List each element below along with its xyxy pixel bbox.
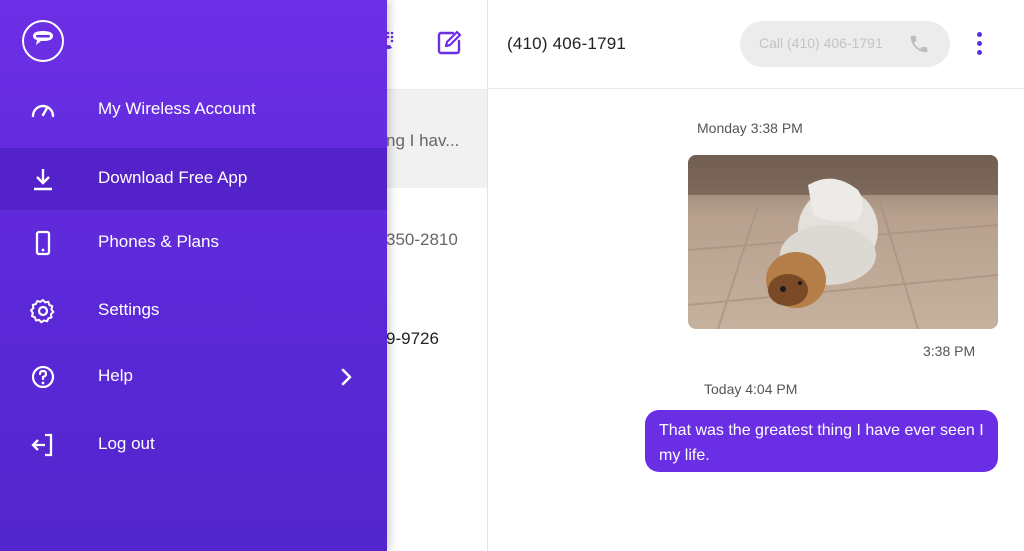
call-button-label: Call (410) 406-1791: [759, 35, 883, 51]
message-text: That was the greatest thing I have ever …: [659, 422, 984, 464]
menu-item-help[interactable]: Help: [0, 346, 387, 408]
chat-header: (410) 406-1791 Call (410) 406-1791: [488, 0, 1024, 89]
menu-item-settings[interactable]: Settings: [0, 280, 387, 342]
compose-icon[interactable]: [435, 29, 463, 57]
phone-icon: [35, 230, 51, 256]
more-options-icon[interactable]: [972, 32, 986, 58]
message-date-divider: Monday 3:38 PM: [697, 120, 803, 136]
outgoing-message-bubble[interactable]: That was the greatest thing I have ever …: [645, 410, 998, 472]
app-logo[interactable]: [22, 20, 64, 62]
dog-photo-image: [688, 155, 998, 329]
phone-call-icon: [910, 35, 928, 53]
menu-item-phones-plans[interactable]: Phones & Plans: [0, 212, 387, 274]
menu-item-download-free-app[interactable]: Download Free App: [0, 148, 387, 210]
chat-bubble-logo-icon: [33, 31, 53, 45]
menu-item-label: Help: [98, 366, 133, 385]
message-date-divider: Today 4:04 PM: [704, 381, 798, 397]
call-button[interactable]: Call (410) 406-1791: [740, 21, 950, 67]
conversation-snippet: 350-2810: [386, 230, 458, 249]
menu-item-label: My Wireless Account: [98, 99, 256, 118]
message-photo[interactable]: [688, 155, 998, 329]
download-icon: [34, 169, 52, 191]
menu-item-label: Settings: [98, 300, 160, 319]
conversation-snippet: ng I hav...: [386, 131, 460, 150]
chat-title: (410) 406-1791: [507, 34, 627, 53]
menu-item-my-wireless-account[interactable]: My Wireless Account: [0, 79, 387, 141]
menu-item-label: Log out: [98, 434, 155, 453]
speedometer-icon: [31, 104, 55, 118]
menu-item-label: Download Free App: [98, 168, 248, 187]
gear-icon: [30, 299, 55, 324]
chat-pane: (410) 406-1791 Call (410) 406-1791 Monda…: [488, 0, 1024, 551]
navigation-drawer: My Wireless Account Download Free App Ph…: [0, 0, 387, 551]
chevron-right-icon: [341, 368, 352, 386]
message-time: 3:38 PM: [923, 343, 976, 359]
help-icon: [31, 365, 55, 389]
conversation-snippet: 9-9726: [386, 329, 439, 348]
logout-icon: [31, 433, 53, 457]
menu-item-label: Phones & Plans: [98, 232, 219, 251]
menu-item-log-out[interactable]: Log out: [0, 414, 387, 476]
